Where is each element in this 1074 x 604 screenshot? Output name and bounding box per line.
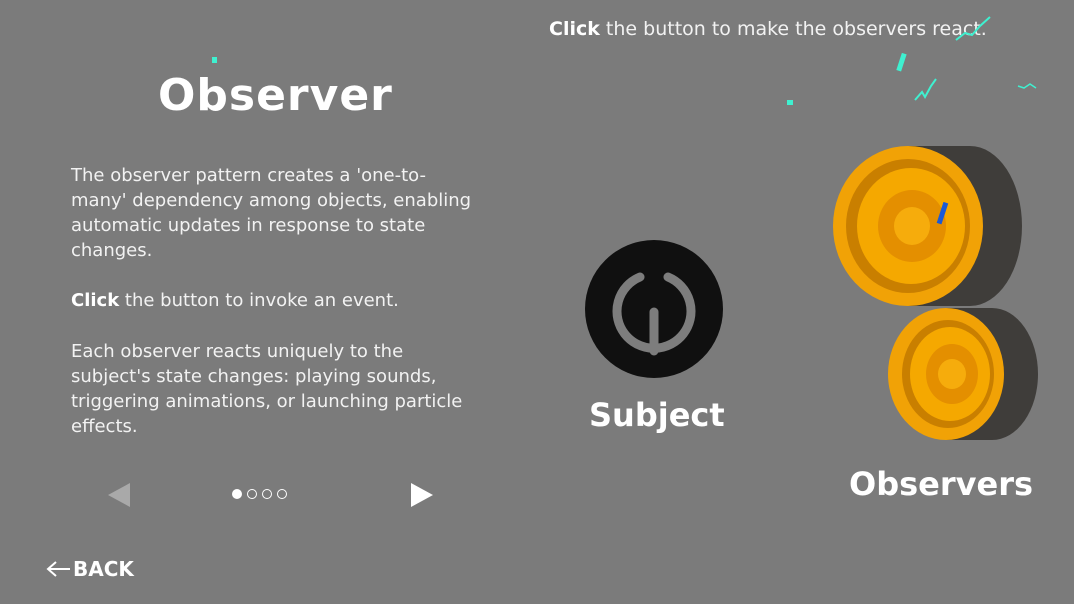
speaker-icon — [888, 308, 1038, 440]
click-instruction: Click the button to invoke an event. — [71, 288, 481, 313]
page-dot[interactable] — [262, 489, 272, 499]
scene-instruction: Click the button to make the observers r… — [549, 18, 987, 40]
page-dot[interactable] — [247, 489, 257, 499]
next-page-button[interactable] — [406, 480, 436, 510]
power-icon — [585, 240, 723, 378]
click-instruction-rest: the button to invoke an event. — [119, 290, 399, 311]
triangle-right-icon — [411, 483, 433, 507]
arrow-left-icon — [46, 561, 70, 577]
prev-page-button[interactable] — [106, 480, 136, 510]
click-emphasis: Click — [71, 290, 120, 311]
subject-power-button[interactable] — [585, 240, 723, 378]
observer-speaker[interactable] — [830, 138, 1030, 310]
page-dot[interactable] — [277, 489, 287, 499]
back-button[interactable]: BACK — [45, 557, 134, 581]
scene-instruction-rest: the button to make the observers react. — [599, 18, 987, 40]
instruction-emphasis: Click — [549, 18, 600, 40]
observer-speaker[interactable] — [884, 304, 1042, 444]
panel-title: Observer — [158, 70, 393, 121]
subject-label: Subject — [589, 396, 725, 434]
reaction-text: Each observer reacts uniquely to the sub… — [71, 341, 463, 437]
triangle-left-icon — [108, 483, 130, 507]
speaker-icon — [833, 146, 1022, 306]
page-dot[interactable] — [232, 489, 242, 499]
pagination-dots — [232, 489, 287, 499]
observers-label: Observers — [849, 465, 1034, 503]
back-label: BACK — [73, 557, 134, 581]
description-text: The observer pattern creates a 'one-to-m… — [71, 165, 472, 261]
